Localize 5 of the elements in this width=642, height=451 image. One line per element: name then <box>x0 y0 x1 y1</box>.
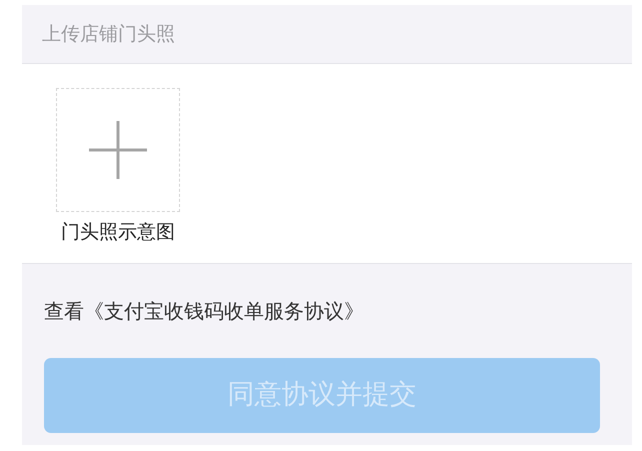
upload-caption: 门头照示意图 <box>60 220 176 245</box>
plus-icon <box>88 120 148 180</box>
section-title: 上传店铺门头照 <box>42 22 175 47</box>
upload-tile[interactable] <box>56 88 180 212</box>
agreement-link[interactable]: 查看《支付宝收钱码收单服务协议》 <box>44 299 364 323</box>
